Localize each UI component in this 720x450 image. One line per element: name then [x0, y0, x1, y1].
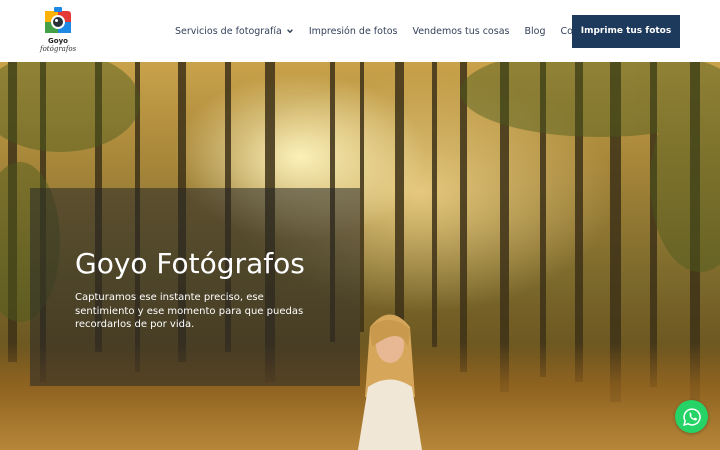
hero-section: Goyo Fotógrafos Capturamos ese instante … [0, 62, 720, 450]
nav-item-impresion[interactable]: Impresión de fotos [309, 26, 398, 37]
main-nav: Servicios de fotografía Impresión de fot… [175, 23, 603, 39]
nav-item-label: Vendemos tus cosas [412, 25, 510, 37]
logo-name: Goyo [48, 37, 68, 45]
chevron-down-icon [286, 29, 293, 34]
nav-item-vendemos[interactable]: Vendemos tus cosas [412, 26, 509, 37]
hero-description: Capturamos ese instante preciso, ese sen… [75, 292, 304, 330]
print-photos-button[interactable]: Imprime tus fotos [572, 15, 680, 48]
nav-item-blog[interactable]: Blog [524, 26, 545, 37]
nav-item-label: Impresión de fotos [308, 25, 398, 37]
nav-item-label: Blog [524, 25, 546, 37]
whatsapp-icon [682, 407, 701, 426]
hero-title: Goyo Fotógrafos [75, 247, 305, 280]
nav-item-label: Servicios de fotografía [175, 25, 282, 37]
site-header: Goyo fotógrafos Servicios de fotografía … [0, 0, 720, 62]
whatsapp-button[interactable] [675, 400, 708, 433]
site-logo[interactable]: Goyo fotógrafos [40, 6, 76, 56]
logo-subtitle: fotógrafos [40, 45, 77, 53]
hero-text-panel [30, 188, 360, 386]
nav-item-servicios[interactable]: Servicios de fotografía [175, 26, 294, 37]
camera-logo-icon [45, 7, 71, 33]
